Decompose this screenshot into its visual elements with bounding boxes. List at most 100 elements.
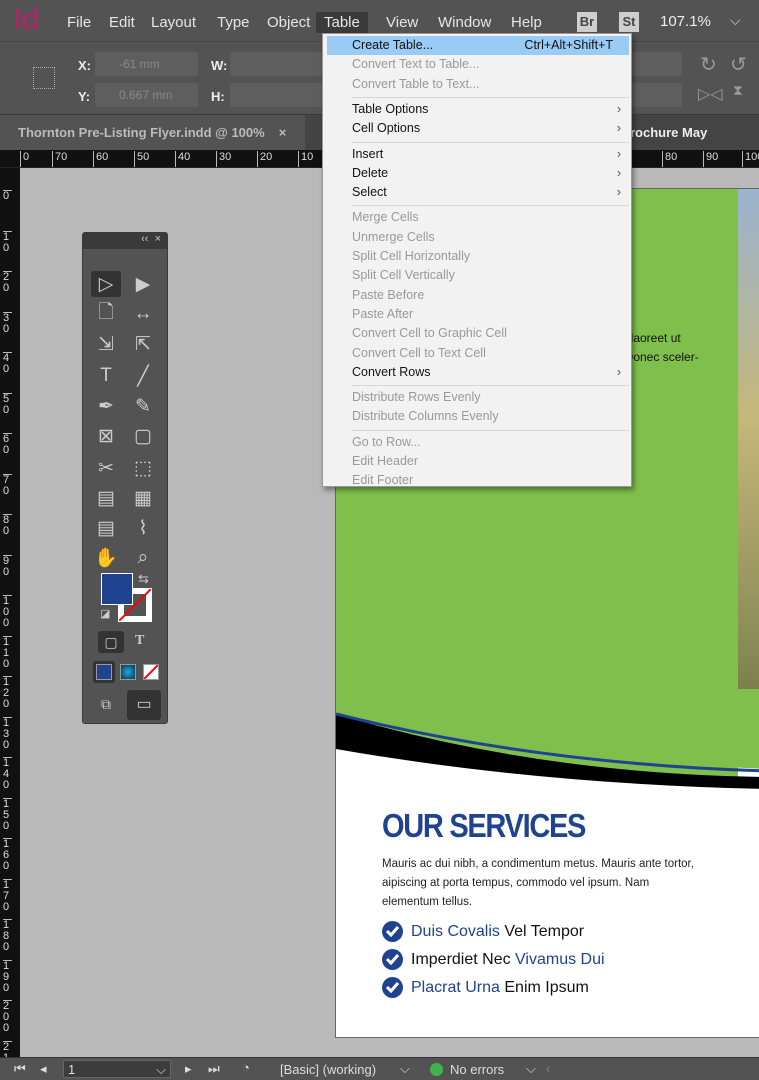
menu-table[interactable]: Table — [316, 12, 368, 33]
apply-color-button[interactable] — [93, 661, 115, 683]
rotate-ccw-icon[interactable]: ↺ — [730, 52, 747, 77]
menu-item-convert-text-to-table[interactable]: Convert Text to Table... — [327, 55, 629, 74]
menu-item-convert-table-to-text[interactable]: Convert Table to Text... — [327, 75, 629, 94]
scroll-left-icon[interactable]: ‹ — [546, 1061, 550, 1076]
menu-item-split-cell-vertically[interactable]: Split Cell Vertically — [327, 266, 629, 285]
selection-tool-icon[interactable]: ▷ — [91, 271, 121, 297]
gap-tool-icon[interactable]: ↔ — [128, 301, 158, 327]
chevron-down-icon[interactable]: ⌵ — [730, 12, 741, 29]
menu-item-convert-cell-to-graphic-cell[interactable]: Convert Cell to Graphic Cell — [327, 324, 629, 343]
preflight-menu-icon[interactable]: ◔ — [242, 1060, 250, 1075]
h-field[interactable] — [230, 83, 325, 107]
rectangle-tool-icon[interactable]: ▢ — [128, 423, 158, 449]
menu-window[interactable]: Window — [430, 12, 499, 33]
flip-vertical-icon[interactable]: ⧗ — [733, 82, 743, 99]
gradient-feather-tool-icon[interactable]: ▦ — [128, 485, 158, 511]
line-tool-icon[interactable]: ╱ — [128, 363, 158, 389]
normal-view-icon[interactable]: ⧉ — [101, 696, 111, 713]
zoom-level[interactable]: 107.1% — [660, 13, 711, 30]
note-tool-icon[interactable]: ▤ — [91, 515, 121, 541]
menu-item-merge-cells[interactable]: Merge Cells — [327, 208, 629, 227]
zoom-tool-icon[interactable]: ⌕ — [128, 545, 158, 571]
menu-item-convert-rows[interactable]: Convert Rows › — [327, 363, 629, 382]
swap-colors-icon[interactable]: ⇆ — [138, 571, 149, 587]
previous-page-icon[interactable]: ◂ — [40, 1061, 47, 1077]
preflight-profile[interactable]: [Basic] (working) — [280, 1062, 376, 1077]
x-field[interactable]: -61 mm — [95, 52, 198, 76]
menu-item-create-table[interactable]: Create Table... Ctrl+Alt+Shift+T — [327, 36, 629, 55]
formatting-container-icon[interactable]: ▢ — [98, 631, 124, 653]
collapse-icon[interactable]: ‹‹ — [141, 233, 148, 245]
apply-gradient-button[interactable] — [120, 664, 136, 680]
menu-item-distribute-rows-evenly[interactable]: Distribute Rows Evenly — [327, 388, 629, 407]
rectangle-frame-tool-icon[interactable]: ⊠ — [91, 423, 121, 449]
ruler-label: 0 — [3, 190, 12, 202]
content-placer-icon[interactable]: ⇱ — [128, 331, 158, 357]
dropdown-field[interactable] — [632, 52, 682, 76]
menu-type[interactable]: Type — [209, 12, 258, 33]
stock-button[interactable]: St — [619, 12, 639, 32]
fill-swatch[interactable] — [101, 573, 133, 605]
page-tool-icon[interactable]: 🗋 — [91, 301, 121, 327]
scissors-tool-icon[interactable]: ✂ — [91, 455, 121, 481]
menu-item-unmerge-cells[interactable]: Unmerge Cells — [327, 228, 629, 247]
y-field[interactable]: 0.667 mm — [95, 83, 198, 107]
rotate-cw-icon[interactable]: ↻ — [700, 52, 717, 77]
chevron-down-icon[interactable]: ⌵ — [156, 1061, 166, 1078]
gradient-swatch-tool-icon[interactable]: ▤ — [91, 485, 121, 511]
screen-mode-icon[interactable]: ▭ — [127, 690, 161, 720]
chevron-down-icon[interactable]: ⌵ — [400, 1061, 410, 1077]
menu-item-split-cell-horizontally[interactable]: Split Cell Horizontally — [327, 247, 629, 266]
eyedropper-tool-icon[interactable]: ⌇ — [128, 515, 158, 541]
page-number-field[interactable]: 1 ⌵ — [63, 1060, 171, 1078]
menu-view[interactable]: View — [378, 12, 426, 33]
menu-item-label: Convert Text to Table... — [352, 57, 480, 72]
dropdown-field[interactable] — [632, 83, 682, 107]
formatting-text-icon[interactable]: T — [135, 633, 144, 649]
menu-edit[interactable]: Edit — [101, 12, 143, 33]
menu-item-delete[interactable]: Delete › — [327, 164, 629, 183]
menu-item-edit-header[interactable]: Edit Header — [327, 452, 629, 471]
next-page-icon[interactable]: ▸ — [185, 1061, 192, 1077]
menu-layout[interactable]: Layout — [143, 12, 204, 33]
pencil-tool-icon[interactable]: ✎ — [128, 393, 158, 419]
free-transform-tool-icon[interactable]: ⬚ — [128, 455, 158, 481]
bullet-text-black: Imperdiet Nec — [411, 950, 516, 968]
tools-panel: ‹‹ × ⇆ ◪ ▢ T ⧉ ▭ ▷ ▶ 🗋 ↔ ⇲ ⇱ T ╱ ✒ ✎ ⊠ ▢ ✂ ⬚ ▤ ▦ ▤ ⌇ ✋ ⌕ — [82, 232, 168, 724]
tab-brochure[interactable]: rochure May 2017.indd — [612, 115, 759, 176]
menu-help[interactable]: Help — [503, 12, 550, 33]
close-icon[interactable]: × — [155, 233, 161, 245]
w-field[interactable] — [230, 52, 325, 76]
ruler-label: 190 — [3, 959, 12, 994]
menu-item-insert[interactable]: Insert › — [327, 145, 629, 164]
menu-item-label: Convert Cell to Graphic Cell — [352, 326, 507, 341]
preflight-status[interactable]: No errors — [450, 1062, 504, 1077]
menu-item-edit-footer[interactable]: Edit Footer — [327, 471, 629, 490]
first-page-icon[interactable]: ⏮ — [14, 1061, 26, 1077]
type-tool-icon[interactable]: T — [91, 363, 121, 389]
tools-panel-header[interactable]: ‹‹ × — [83, 233, 167, 249]
menu-item-table-options[interactable]: Table Options › — [327, 100, 629, 119]
menu-item-paste-after[interactable]: Paste After — [327, 305, 629, 324]
chevron-down-icon[interactable]: ⌵ — [526, 1061, 536, 1077]
menu-item-go-to-row[interactable]: Go to Row... — [327, 433, 629, 452]
hand-tool-icon[interactable]: ✋ — [91, 545, 121, 571]
apply-none-button[interactable] — [143, 664, 159, 680]
last-page-icon[interactable]: ⏭ — [208, 1061, 220, 1077]
reference-point-icon[interactable] — [33, 67, 55, 89]
close-icon[interactable]: × — [279, 125, 287, 140]
direct-selection-tool-icon[interactable]: ▶ — [128, 271, 158, 297]
content-collector-icon[interactable]: ⇲ — [91, 331, 121, 357]
default-colors-icon[interactable]: ◪ — [100, 607, 110, 620]
menu-item-paste-before[interactable]: Paste Before — [327, 286, 629, 305]
menu-object[interactable]: Object — [259, 12, 318, 33]
menu-item-distribute-columns-evenly[interactable]: Distribute Columns Evenly — [327, 407, 629, 426]
bridge-button[interactable]: Br — [577, 12, 597, 32]
menu-item-cell-options[interactable]: Cell Options › — [327, 119, 629, 138]
flip-horizontal-icon[interactable]: ▷◁ — [698, 84, 723, 104]
menu-file[interactable]: File — [59, 12, 99, 33]
menu-item-convert-cell-to-text-cell[interactable]: Convert Cell to Text Cell — [327, 344, 629, 363]
menu-item-select[interactable]: Select › — [327, 183, 629, 202]
tab-thornton-flyer[interactable]: Thornton Pre-Listing Flyer.indd @ 100% × — [0, 115, 305, 150]
pen-tool-icon[interactable]: ✒ — [91, 393, 121, 419]
